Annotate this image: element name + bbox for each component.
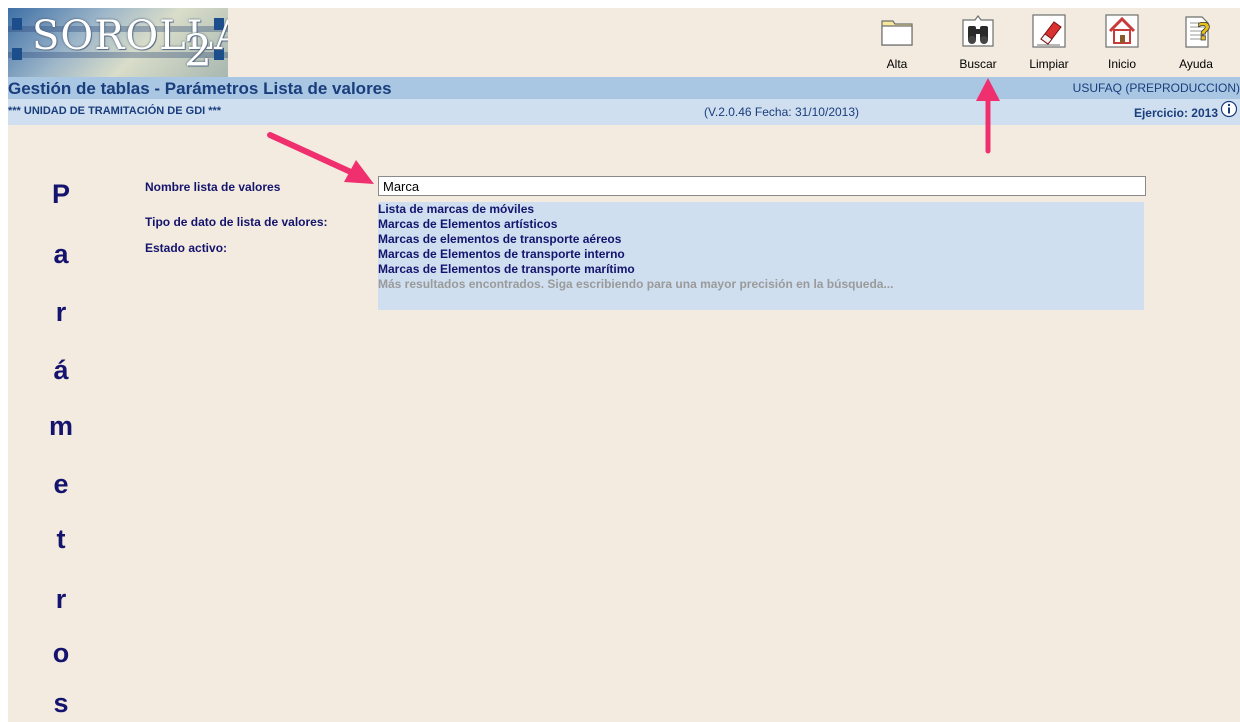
sub-header-bar: *** UNIDAD DE TRAMITACIÓN DE GDI *** (V.… xyxy=(8,99,1240,125)
version-label: (V.2.0.46 Fecha: 31/10/2013) xyxy=(704,105,860,119)
info-icon[interactable] xyxy=(1220,100,1238,118)
autocomplete-item[interactable]: Marcas de Elementos artísticos xyxy=(378,217,1144,232)
side-title-letter: r xyxy=(55,297,67,327)
logo-square xyxy=(12,18,22,30)
title-bar: Gestión de tablas - Parámetros Lista de … xyxy=(8,77,1240,99)
side-title-letter: a xyxy=(53,239,69,269)
application-window: SOROLLA 2 Alta Buscar Limpiar Inicio ? A… xyxy=(8,8,1240,722)
logo-square xyxy=(12,48,22,60)
ayuda-button[interactable]: ? Ayuda xyxy=(1167,8,1225,74)
page-title: Gestión de tablas - Parámetros Lista de … xyxy=(8,79,392,98)
home-icon xyxy=(1105,14,1139,48)
folder-icon xyxy=(881,20,913,46)
autocomplete-item[interactable]: Lista de marcas de móviles xyxy=(378,202,1144,217)
binoculars-icon xyxy=(962,15,994,47)
autocomplete-list: Lista de marcas de móviles Marcas de Ele… xyxy=(378,202,1144,310)
alta-label: Alta xyxy=(886,57,908,71)
eraser-icon xyxy=(1032,14,1066,48)
side-title-letter: á xyxy=(53,355,69,385)
buscar-button[interactable]: Buscar xyxy=(949,8,1007,74)
logo-number: 2 xyxy=(184,26,212,77)
side-title-letter: o xyxy=(52,638,70,668)
side-title-letter: P xyxy=(51,179,70,209)
limpiar-label: Limpiar xyxy=(1029,57,1069,71)
autocomplete-item[interactable]: Marcas de Elementos de transporte maríti… xyxy=(378,262,1144,277)
help-icon: ? xyxy=(1185,16,1211,48)
side-title-letter: t xyxy=(56,524,66,554)
annotation-arrow xyxy=(267,132,374,184)
side-title-letter: r xyxy=(55,584,67,614)
autocomplete-item[interactable]: Marcas de Elementos de transporte intern… xyxy=(378,247,1144,262)
svg-text:?: ? xyxy=(1197,18,1211,46)
tipo-dato-label: Tipo de dato de lista de valores: xyxy=(145,215,328,229)
autocomplete-item[interactable]: Marcas de elementos de transporte aéreos xyxy=(378,232,1144,247)
user-info: USUFAQ (PREPRODUCCION) xyxy=(1072,81,1240,95)
ayuda-label: Ayuda xyxy=(1179,57,1213,71)
alta-button[interactable]: Alta xyxy=(868,8,926,74)
nombre-input[interactable] xyxy=(378,176,1146,196)
sorolla-logo: SOROLLA 2 xyxy=(8,8,228,78)
ejercicio-label: Ejercicio: 2013 xyxy=(1133,106,1218,120)
more-results-hint: Más resultados encontrados. Siga escribi… xyxy=(378,277,894,291)
limpiar-button[interactable]: Limpiar xyxy=(1020,8,1078,74)
estado-activo-label: Estado activo: xyxy=(145,241,228,255)
buscar-label: Buscar xyxy=(959,57,997,71)
unit-label: *** UNIDAD DE TRAMITACIÓN DE GDI *** xyxy=(8,105,222,117)
inicio-button[interactable]: Inicio xyxy=(1093,8,1151,74)
side-title-letter: s xyxy=(53,688,69,718)
nombre-label: Nombre lista de valores xyxy=(145,180,281,194)
side-title-letter: e xyxy=(53,469,69,499)
inicio-label: Inicio xyxy=(1107,57,1136,71)
side-title-letter: m xyxy=(48,411,73,441)
